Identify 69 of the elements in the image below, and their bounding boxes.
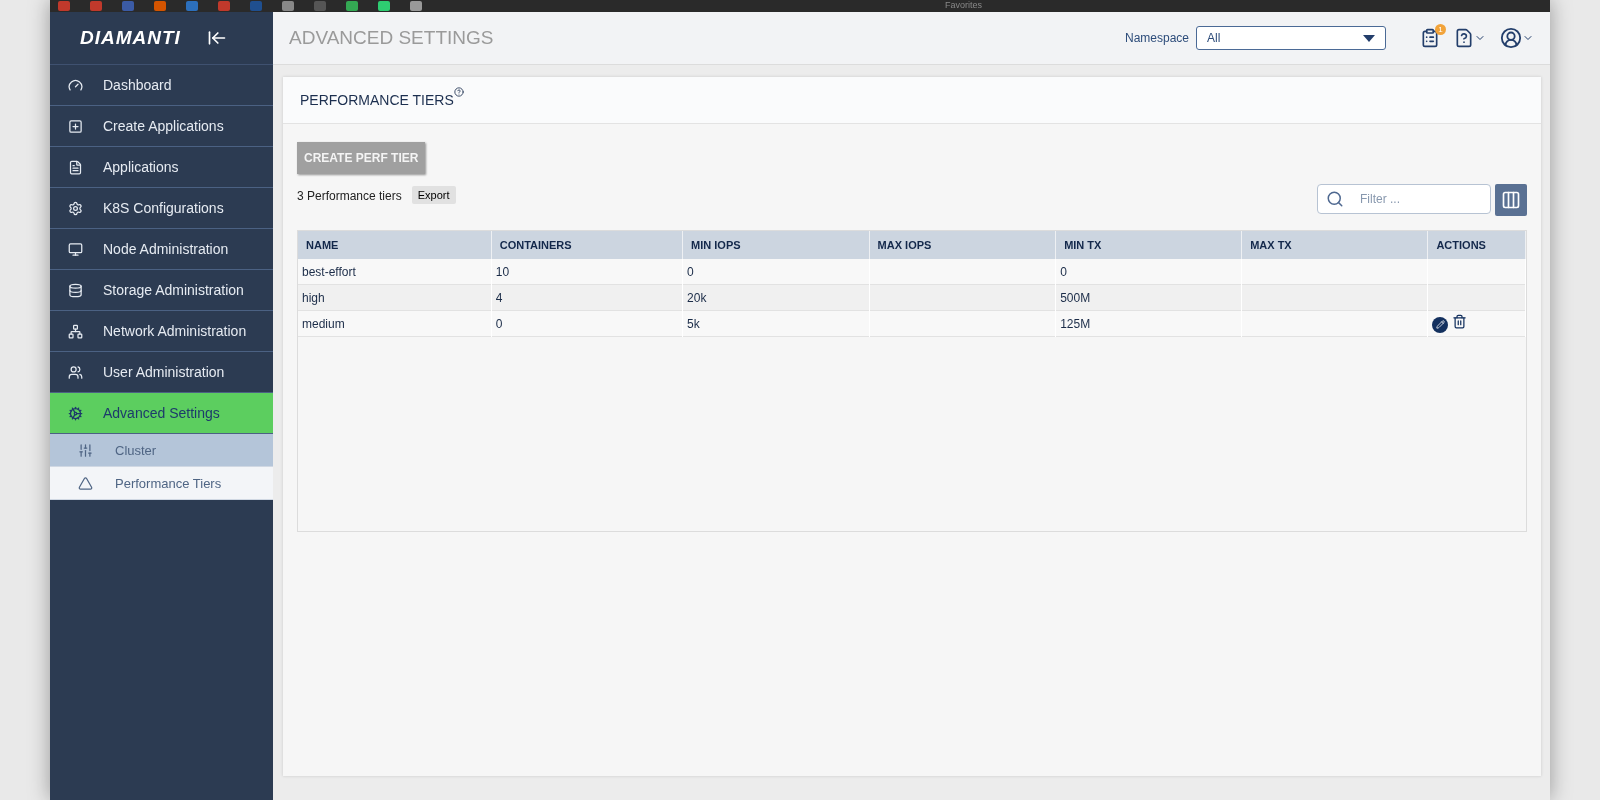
panel-title: PERFORMANCE TIERS [300,92,454,108]
nav-icon [68,405,83,421]
table-cell: 125M [1055,310,1242,337]
bookmark-icon[interactable] [378,1,390,11]
sidebar-subitem[interactable]: Cluster [50,434,273,467]
filter-input[interactable]: Filter ... [1360,186,1490,212]
column-header[interactable]: MIN IOPS [682,231,870,259]
column-header[interactable]: MAX IOPS [869,231,1056,259]
nav-icon [68,323,83,339]
namespace-select[interactable]: All [1196,26,1386,50]
pencil-icon [1435,320,1445,330]
nav-icon [78,475,93,491]
table-cell: 20k [682,284,870,311]
logo: DIAMANTI [80,27,181,49]
sidebar-item[interactable]: Advanced Settings [50,393,273,434]
export-button[interactable]: Export [411,186,456,204]
tasks-button[interactable] [1420,28,1440,48]
table-cell: 0 [491,310,683,337]
dropdown-icon [1363,34,1375,42]
column-header[interactable]: MAX TX [1241,231,1428,259]
delete-button[interactable] [1451,314,1469,330]
user-menu-button[interactable] [1500,27,1534,49]
bookmark-icon[interactable] [186,1,198,11]
column-header[interactable]: CONTAINERS [491,231,683,259]
table-cell: 5k [682,310,870,337]
table-cell: 4 [491,284,683,311]
bookmark-icon[interactable] [154,1,166,11]
bookmarks-title: Favorites [945,0,982,11]
page-title: ADVANCED SETTINGS [289,27,495,49]
bookmark-icon[interactable] [58,1,70,11]
bookmark-icon[interactable] [122,1,134,11]
nav-icon [78,442,93,458]
edit-button[interactable] [1432,316,1449,333]
table-cell: high [298,284,492,311]
nav-icon [68,241,83,257]
table-cell: best-effort [298,259,492,285]
bookmark-icon[interactable] [250,1,262,11]
nav-icon [68,77,83,93]
bookmark-icon[interactable] [410,1,422,11]
column-header[interactable]: NAME [298,231,492,259]
nav-icon [68,282,83,298]
table-cell: 500M [1055,284,1242,311]
nav-icon [68,118,83,134]
nav-icon [68,200,83,216]
table-cell: medium [298,310,492,337]
namespace-label: Namespace [1124,31,1189,45]
help-button[interactable] [1454,28,1486,48]
notification-badge: 1 [1435,24,1446,35]
filter-field[interactable]: Filter ... [1317,184,1491,214]
nav-icon [68,364,83,380]
columns-button[interactable] [1495,184,1527,216]
trash-icon [1452,314,1468,330]
table-cell: 10 [491,259,683,285]
bookmark-icon[interactable] [218,1,230,11]
bookmark-icon[interactable] [314,1,326,11]
help-icon[interactable] [453,87,464,97]
search-icon [1326,190,1344,208]
sidebar-subitem[interactable]: Performance Tiers [50,467,273,500]
collapse-icon[interactable] [206,28,227,48]
bookmark-icon[interactable] [346,1,358,11]
nav-icon [68,159,83,175]
table-cell: 0 [1055,259,1242,285]
tier-count: 3 Performance tiers [297,189,402,203]
column-header[interactable]: MIN TX [1055,231,1242,259]
bookmark-icon[interactable] [90,1,102,11]
bookmark-icon[interactable] [282,1,294,11]
columns-icon [1501,190,1521,210]
table-cell: 0 [682,259,870,285]
column-header[interactable]: ACTIONS [1427,231,1526,259]
